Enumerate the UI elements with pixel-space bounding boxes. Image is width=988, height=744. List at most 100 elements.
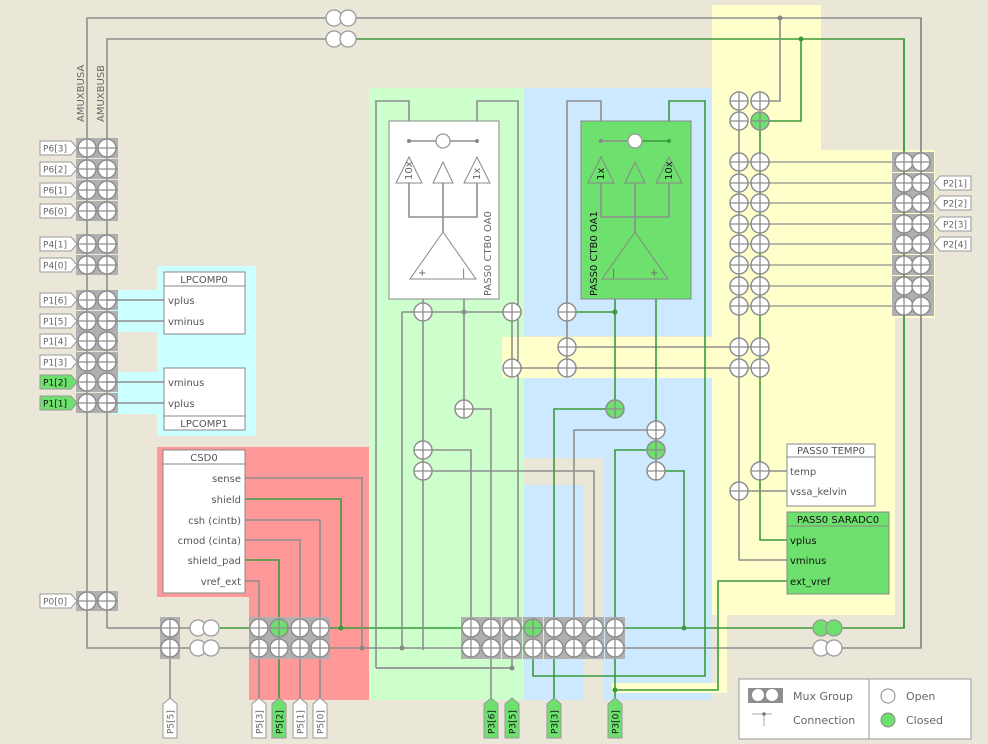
left-pin[interactable]: P6[2]: [39, 159, 118, 179]
bottom-pin[interactable]: P3[5]: [504, 697, 520, 739]
switch-amuxa[interactable]: [481, 638, 501, 658]
switch[interactable]: [605, 399, 625, 419]
switch[interactable]: [911, 234, 931, 254]
switch[interactable]: [911, 296, 931, 316]
switch-amuxa[interactable]: [77, 290, 97, 310]
switch[interactable]: [729, 255, 749, 275]
switch-amuxa[interactable]: [605, 638, 625, 658]
switch-amuxa[interactable]: [77, 591, 97, 611]
top-mux-a[interactable]: [325, 9, 357, 27]
switch[interactable]: [502, 302, 522, 322]
switch-amuxa[interactable]: [564, 638, 584, 658]
switch[interactable]: [557, 337, 577, 357]
switch-amuxb[interactable]: [290, 618, 310, 638]
right-pin[interactable]: P2[4]: [933, 236, 972, 252]
switch-amuxa[interactable]: [310, 638, 330, 658]
switch[interactable]: [729, 91, 749, 111]
bottom-pin[interactable]: P5[3]: [251, 697, 267, 739]
switch[interactable]: [894, 276, 914, 296]
switch[interactable]: [646, 420, 666, 440]
mid-mux-b[interactable]: [189, 639, 220, 657]
switch-amuxb[interactable]: [310, 618, 330, 638]
switch-amuxb[interactable]: [502, 618, 522, 638]
switch[interactable]: [750, 193, 770, 213]
switch-amuxb[interactable]: [605, 618, 625, 638]
switch[interactable]: [729, 296, 749, 316]
switch-amuxb[interactable]: [523, 618, 543, 638]
switch-amuxb[interactable]: [160, 618, 180, 638]
bottom-pin[interactable]: P3[6]: [483, 697, 499, 739]
switch-amuxa[interactable]: [77, 372, 97, 392]
switch[interactable]: [413, 461, 433, 481]
right-pin[interactable]: P2[3]: [933, 216, 972, 232]
right-mux-a[interactable]: [812, 619, 843, 637]
switch[interactable]: [557, 358, 577, 378]
switch-amuxa[interactable]: [77, 138, 97, 158]
top-mux-b[interactable]: [325, 30, 357, 48]
switch[interactable]: [750, 111, 770, 131]
bottom-pin[interactable]: P5[5]: [162, 697, 178, 739]
switch-amuxa[interactable]: [584, 638, 604, 658]
switch-amuxb[interactable]: [97, 138, 117, 158]
switch-amuxb[interactable]: [97, 591, 117, 611]
bottom-pin[interactable]: P5[1]: [292, 697, 308, 739]
left-pin[interactable]: P6[3]: [39, 138, 118, 158]
left-pin[interactable]: P1[2]: [39, 372, 118, 392]
ctb-oa0-block[interactable]: 10x 1x + | PASS0 CTB0 OA0: [388, 120, 500, 300]
right-pin[interactable]: P2[2]: [933, 195, 972, 211]
switch-amuxb[interactable]: [97, 352, 117, 372]
left-pin[interactable]: P1[5]: [39, 311, 118, 331]
switch[interactable]: [894, 234, 914, 254]
switch[interactable]: [894, 296, 914, 316]
switch[interactable]: [911, 255, 931, 275]
right-mux-b[interactable]: [812, 639, 843, 657]
switch[interactable]: [729, 481, 749, 501]
switch-amuxa[interactable]: [77, 393, 97, 413]
switch-amuxa[interactable]: [77, 255, 97, 275]
bottom-pin[interactable]: P3[3]: [546, 697, 562, 739]
switch-amuxb[interactable]: [97, 159, 117, 179]
bottom-pin[interactable]: P5[2]: [271, 697, 287, 739]
switch[interactable]: [911, 152, 931, 172]
switch-amuxa[interactable]: [523, 638, 543, 658]
switch[interactable]: [750, 276, 770, 296]
switch-amuxa[interactable]: [77, 352, 97, 372]
switch[interactable]: [646, 461, 666, 481]
switch-amuxa[interactable]: [77, 234, 97, 254]
switch[interactable]: [729, 276, 749, 296]
right-pin[interactable]: P2[1]: [933, 175, 972, 191]
switch-amuxa[interactable]: [77, 180, 97, 200]
switch-amuxb[interactable]: [97, 180, 117, 200]
switch[interactable]: [750, 234, 770, 254]
switch[interactable]: [750, 358, 770, 378]
switch-amuxb[interactable]: [97, 255, 117, 275]
switch[interactable]: [729, 111, 749, 131]
switch[interactable]: [750, 337, 770, 357]
switch-amuxa[interactable]: [77, 331, 97, 351]
temp0-block[interactable]: PASS0 TEMP0 temp vssa_kelvin: [786, 443, 876, 507]
switch[interactable]: [729, 193, 749, 213]
switch[interactable]: [894, 173, 914, 193]
switch[interactable]: [729, 173, 749, 193]
switch-amuxa[interactable]: [269, 638, 289, 658]
switch[interactable]: [646, 440, 666, 460]
switch[interactable]: [750, 461, 770, 481]
switch[interactable]: [454, 399, 474, 419]
lpcomp1-block[interactable]: LPCOMP1 vminus vplus: [163, 367, 246, 431]
switch[interactable]: [894, 214, 914, 234]
ctb-oa1-block[interactable]: 1x 10x | + PASS0 CTB0 OA1: [580, 120, 692, 300]
left-pin[interactable]: P4[1]: [39, 234, 118, 254]
switch[interactable]: [413, 302, 433, 322]
switch-amuxb[interactable]: [461, 618, 481, 638]
switch[interactable]: [413, 440, 433, 460]
left-pin[interactable]: P4[0]: [39, 255, 118, 275]
switch-amuxb[interactable]: [97, 201, 117, 221]
switch-amuxa[interactable]: [544, 638, 564, 658]
switch[interactable]: [911, 173, 931, 193]
switch[interactable]: [894, 152, 914, 172]
switch-amuxa[interactable]: [77, 201, 97, 221]
switch-amuxb[interactable]: [564, 618, 584, 638]
switch[interactable]: [750, 296, 770, 316]
switch[interactable]: [911, 193, 931, 213]
switch[interactable]: [894, 193, 914, 213]
